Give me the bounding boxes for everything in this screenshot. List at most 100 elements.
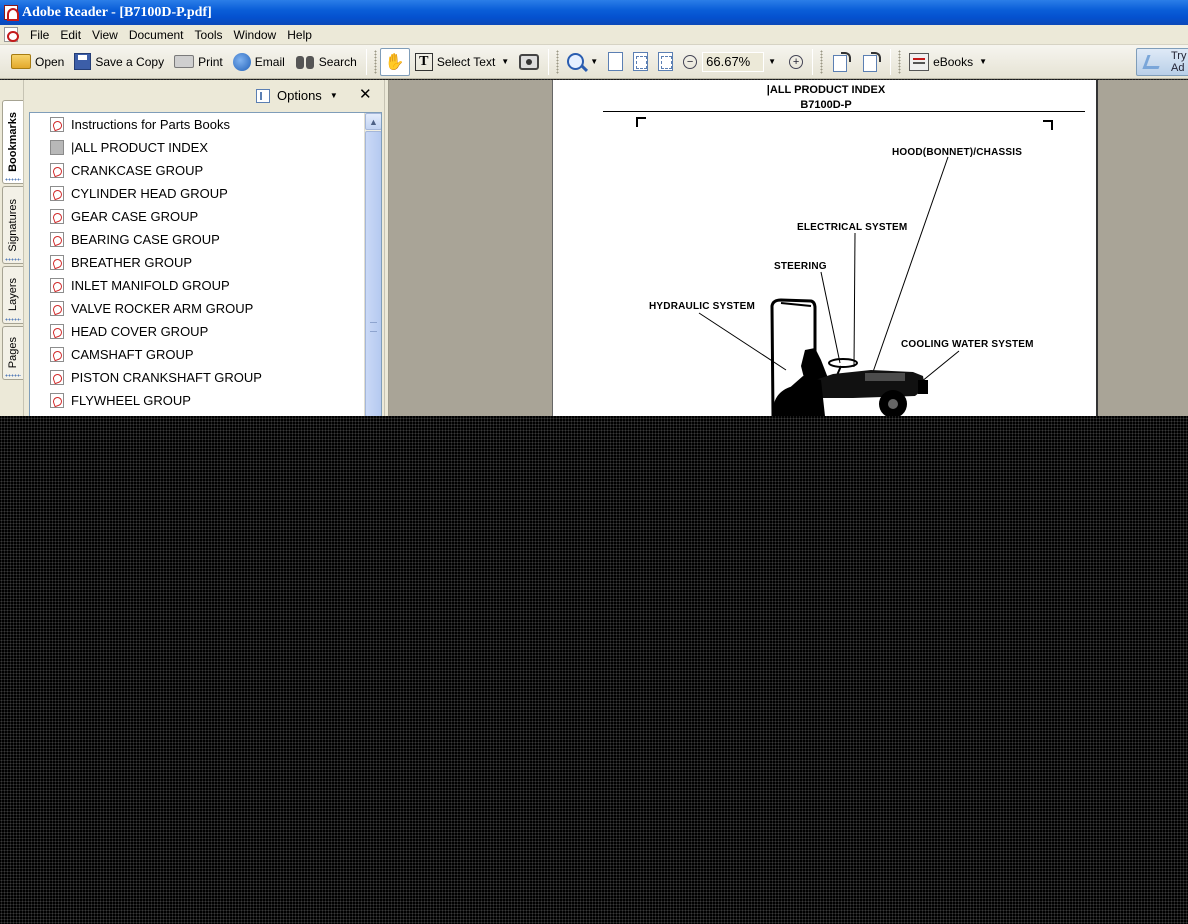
rotate-clockwise-icon bbox=[831, 51, 852, 72]
toolbar: Open Save a Copy Print Email Search ✋ T … bbox=[0, 45, 1188, 79]
bookmark-label: CAMSHAFT GROUP bbox=[71, 347, 194, 362]
zoom-in-button[interactable]: + bbox=[784, 49, 808, 75]
toolbar-grip[interactable] bbox=[556, 49, 560, 74]
hand-tool-button[interactable]: ✋ bbox=[379, 47, 410, 76]
plus-circle-icon: + bbox=[789, 54, 804, 69]
scroll-up-icon[interactable]: ▲ bbox=[365, 113, 381, 130]
print-label: Print bbox=[198, 54, 223, 69]
bookmark-label: BREATHER GROUP bbox=[71, 255, 193, 270]
options-button[interactable]: Options ▼ bbox=[256, 88, 338, 103]
select-text-dropdown-icon[interactable]: ▼ bbox=[501, 57, 509, 66]
zoom-tool-dropdown-icon[interactable]: ▼ bbox=[590, 57, 598, 66]
bookmarks-list: Instructions for Parts Books |ALL PRODUC… bbox=[30, 113, 262, 412]
scrollbar-thumb[interactable] bbox=[365, 131, 381, 416]
bookmark-label: HEAD COVER GROUP bbox=[71, 324, 209, 339]
bookmark-item[interactable]: CYLINDER HEAD GROUP bbox=[30, 182, 262, 205]
camera-icon bbox=[519, 53, 540, 70]
navigation-tabs: Bookmarks Signatures Layers Pages bbox=[0, 80, 24, 416]
bookmark-label: GEAR CASE GROUP bbox=[71, 209, 199, 224]
zoom-level-dropdown-icon[interactable]: ▼ bbox=[768, 57, 776, 66]
toolbar-grip[interactable] bbox=[373, 49, 377, 74]
menu-window[interactable]: Window bbox=[230, 28, 281, 42]
binoculars-icon bbox=[295, 54, 315, 70]
try-label: Try Ad bbox=[1171, 50, 1186, 74]
email-button[interactable]: Email bbox=[228, 49, 290, 75]
tractor-illustration bbox=[698, 156, 960, 416]
toolbar-separator bbox=[812, 48, 814, 75]
tab-layers[interactable]: Layers bbox=[2, 266, 23, 324]
close-pane-icon[interactable]: ✕ bbox=[359, 87, 372, 103]
tab-layers-label: Layers bbox=[7, 278, 19, 312]
bookmark-item[interactable]: CAMSHAFT GROUP bbox=[30, 343, 262, 366]
zoom-level-input[interactable]: 66.67% bbox=[702, 51, 765, 72]
tab-bookmarks[interactable]: Bookmarks bbox=[2, 100, 23, 184]
zoom-tool-button[interactable]: ▼ bbox=[562, 49, 603, 75]
document-viewport[interactable]: |ALL PRODUCT INDEX B7100D-P HOOD(BONNET)… bbox=[389, 80, 1188, 416]
menu-edit[interactable]: Edit bbox=[56, 28, 85, 42]
ebooks-dropdown-icon[interactable]: ▼ bbox=[979, 57, 987, 66]
minus-circle-icon: − bbox=[683, 54, 698, 69]
print-button[interactable]: Print bbox=[169, 49, 228, 75]
open-button[interactable]: Open bbox=[6, 49, 69, 75]
bookmark-label: BEARING CASE GROUP bbox=[71, 232, 220, 247]
menu-tools[interactable]: Tools bbox=[191, 28, 227, 42]
pdf-page-icon bbox=[50, 393, 64, 408]
toolbar-grip[interactable] bbox=[898, 49, 902, 74]
select-text-label: Select Text bbox=[436, 54, 496, 69]
rocket-icon bbox=[1142, 55, 1164, 69]
toolbar-separator bbox=[890, 48, 892, 75]
menu-file[interactable]: File bbox=[26, 28, 53, 42]
menu-view[interactable]: View bbox=[88, 28, 122, 42]
menu-bar: File Edit View Document Tools Window Hel… bbox=[0, 25, 1188, 45]
pdf-page-icon bbox=[50, 209, 64, 224]
tab-pages-label: Pages bbox=[7, 337, 19, 369]
try-adobe-button[interactable]: Try Ad bbox=[1136, 48, 1188, 76]
bookmarks-scrollbar[interactable]: ▲ bbox=[364, 113, 381, 416]
bookmark-item[interactable]: BEARING CASE GROUP bbox=[30, 228, 262, 251]
fit-width-icon bbox=[658, 52, 674, 71]
email-label: Email bbox=[254, 54, 285, 69]
menu-help[interactable]: Help bbox=[283, 28, 316, 42]
pdf-page-icon bbox=[50, 347, 64, 362]
pdf-page-icon bbox=[50, 255, 64, 270]
bookmark-item[interactable]: Instructions for Parts Books bbox=[30, 113, 262, 136]
bookmark-item[interactable]: VALVE ROCKER ARM GROUP bbox=[30, 297, 262, 320]
save-copy-button[interactable]: Save a Copy bbox=[69, 49, 169, 75]
tab-pages[interactable]: Pages bbox=[2, 326, 23, 380]
magnifier-icon bbox=[567, 53, 585, 70]
options-label: Options bbox=[277, 88, 322, 103]
rotate-clockwise-button[interactable] bbox=[826, 49, 856, 75]
fit-page-button[interactable] bbox=[628, 49, 653, 75]
bookmark-item[interactable]: INLET MANIFOLD GROUP bbox=[30, 274, 262, 297]
window-title: Adobe Reader - [B7100D-P.pdf] bbox=[22, 4, 212, 20]
fit-width-button[interactable] bbox=[653, 49, 678, 75]
ebooks-icon bbox=[909, 52, 930, 71]
tab-signatures[interactable]: Signatures bbox=[2, 186, 23, 264]
pdf-page-icon bbox=[50, 324, 64, 339]
bookmark-item[interactable]: CRANKCASE GROUP bbox=[30, 159, 262, 182]
pdf-page-icon bbox=[50, 301, 64, 316]
bookmark-item[interactable]: |ALL PRODUCT INDEX bbox=[30, 136, 262, 159]
page-icon bbox=[50, 140, 64, 155]
search-button[interactable]: Search bbox=[290, 49, 362, 75]
ebooks-button[interactable]: eBooks ▼ bbox=[904, 49, 992, 75]
pdf-page-icon bbox=[50, 163, 64, 178]
bookmark-item[interactable]: HEAD COVER GROUP bbox=[30, 320, 262, 343]
bookmark-item[interactable]: BREATHER GROUP bbox=[30, 251, 262, 274]
bookmark-item[interactable]: GEAR CASE GROUP bbox=[30, 205, 262, 228]
rotate-counterclockwise-button[interactable] bbox=[856, 49, 886, 75]
zoom-out-button[interactable]: − bbox=[678, 49, 702, 75]
document-icon[interactable] bbox=[4, 27, 19, 42]
select-text-button[interactable]: T Select Text ▼ bbox=[410, 49, 514, 75]
snapshot-button[interactable] bbox=[514, 49, 544, 75]
bookmark-item[interactable]: FLYWHEEL GROUP bbox=[30, 389, 262, 412]
ebooks-label: eBooks bbox=[933, 54, 974, 69]
bookmark-item[interactable]: PISTON CRANKSHAFT GROUP bbox=[30, 366, 262, 389]
window-title-bar: Adobe Reader - [B7100D-P.pdf] bbox=[0, 0, 1188, 25]
menu-document[interactable]: Document bbox=[125, 28, 188, 42]
actual-size-button[interactable] bbox=[603, 49, 628, 75]
pdf-page-icon bbox=[50, 232, 64, 247]
toolbar-grip[interactable] bbox=[820, 49, 824, 74]
printer-icon bbox=[174, 55, 195, 68]
folder-open-icon bbox=[11, 54, 31, 69]
